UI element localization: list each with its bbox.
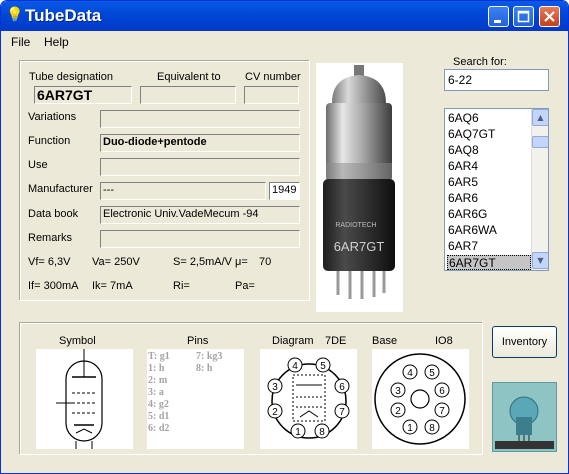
label-equivalent-to: Equivalent to [157, 71, 221, 83]
svg-text:1: 1 [295, 427, 301, 438]
tube-base: 4 5 3 6 2 7 1 8 [372, 349, 469, 449]
param-mu: 70 [259, 256, 272, 268]
photo-model: 6AR7GT [334, 239, 385, 254]
pin-entry: 2: m [148, 375, 168, 386]
close-button[interactable] [539, 6, 560, 27]
minimize-icon [494, 20, 501, 23]
svg-text:8: 8 [429, 423, 435, 434]
year-field[interactable]: 1949 [269, 182, 300, 200]
lightbulb-icon: 💡 [6, 7, 24, 23]
menu-bar: File Help [1, 31, 568, 52]
tube-list-item[interactable]: 6AR7GT [447, 255, 531, 270]
maximize-button[interactable] [513, 6, 534, 27]
label-diagram: Diagram [272, 335, 314, 347]
label-remarks: Remarks [28, 232, 73, 244]
label-diagram-code: 7DE [325, 335, 347, 347]
param-vf: Vf= 6,3V [28, 256, 71, 268]
manufacturer-field[interactable]: --- [100, 182, 266, 200]
label-base: Base [372, 335, 398, 347]
svg-text:5: 5 [429, 368, 435, 379]
app-logo [492, 382, 557, 452]
cv-number-field[interactable] [244, 86, 299, 104]
pin-entry: 1: h [148, 363, 165, 374]
pin-entry: 4: g2 [148, 399, 169, 410]
svg-text:8: 8 [319, 427, 325, 438]
svg-text:2: 2 [272, 407, 278, 418]
tube-photo: RADIOTECH 6AR7GT [316, 63, 403, 312]
param-s: S= 2,5mA/V [173, 256, 233, 268]
scroll-up-icon[interactable]: ▲ [532, 109, 548, 126]
list-scrollbar[interactable]: ▲ ▼ [531, 109, 548, 270]
svg-text:4: 4 [407, 368, 413, 379]
menu-file[interactable]: File [11, 35, 30, 49]
param-ri: Ri= [173, 280, 190, 292]
close-icon [544, 11, 555, 22]
param-mu-label: μ= [235, 256, 248, 268]
scroll-thumb[interactable] [532, 136, 548, 148]
pin-entry: 7: kg3 [196, 351, 223, 362]
svg-text:2: 2 [395, 406, 401, 417]
title-bar[interactable]: 💡 TubeData [1, 1, 568, 31]
label-use: Use [28, 159, 48, 171]
label-manufacturer: Manufacturer [28, 183, 93, 195]
label-symbol: Symbol [59, 335, 96, 347]
svg-text:6: 6 [339, 382, 345, 393]
svg-text:3: 3 [272, 382, 278, 393]
svg-text:4: 4 [292, 361, 298, 372]
equivalent-to-field[interactable] [140, 86, 236, 104]
pin-entry: 6: d2 [148, 423, 170, 434]
svg-text:3: 3 [395, 386, 401, 397]
tube-list-item[interactable]: 6AR6 [447, 191, 531, 206]
label-cv-number: CV number [245, 71, 301, 83]
pin-entry: 3: a [148, 387, 164, 398]
pin-diagram: 4 5 3 6 2 7 1 8 [260, 349, 357, 449]
maximize-icon [517, 10, 530, 23]
pin-entry: T: g1 [148, 351, 170, 362]
pin-entry: 8: h [196, 363, 213, 374]
param-va: Va= 250V [92, 256, 140, 268]
photo-brand: RADIOTECH [335, 222, 376, 229]
window-title: TubeData [25, 6, 102, 25]
label-tube-designation: Tube designation [29, 71, 113, 83]
tube-list-item[interactable]: 6AR6WA [447, 223, 531, 238]
tube-symbol [36, 349, 133, 449]
svg-text:7: 7 [339, 407, 345, 418]
tube-list-item[interactable]: 6AQ6 [447, 111, 531, 126]
svg-text:6: 6 [439, 386, 445, 397]
search-input[interactable]: 6-22 [444, 69, 549, 91]
tube-list-item[interactable]: 6AQ8 [447, 143, 531, 158]
tube-list-item[interactable]: 6AR4 [447, 159, 531, 174]
tube-designation-field[interactable]: 6AR7GT [34, 86, 132, 104]
tube-listbox[interactable]: 6AQ6 6AQ7GT 6AQ8 6AR4 6AR5 6AR6 6AR6G 6AR6WA 6AR… [444, 108, 549, 271]
scroll-down-icon[interactable]: ▼ [532, 252, 548, 269]
param-if: If= 300mA [28, 280, 79, 292]
pins-list: T: g1 1: h 2: m 3: a 4: g2 5: d1 6: d2 7: kg3 8… [147, 349, 244, 449]
tube-list-item[interactable]: 6AR6G [447, 207, 531, 222]
inventory-button[interactable]: Inventory [492, 326, 557, 358]
tube-list-item[interactable]: 6AR5 [447, 175, 531, 190]
label-base-code: IO8 [435, 335, 453, 347]
function-field[interactable]: Duo-diode+pentode [100, 134, 300, 152]
remarks-field[interactable] [100, 230, 300, 248]
menu-help[interactable]: Help [44, 35, 69, 49]
svg-text:7: 7 [439, 406, 445, 417]
svg-text:1: 1 [407, 423, 413, 434]
use-field[interactable] [100, 158, 300, 176]
label-variations: Variations [28, 111, 77, 123]
tube-list-item[interactable]: 6AQ7GT [447, 127, 531, 142]
param-pa: Pa= [235, 280, 255, 292]
app-window: 💡 TubeData File Help Tube designation Eq… [0, 0, 569, 474]
pin-entry: 5: d1 [148, 411, 170, 422]
svg-text:5: 5 [320, 361, 326, 372]
label-search-for: Search for: [453, 56, 507, 68]
data-book-field[interactable]: Electronic Univ.VadeMecum -94 [100, 206, 300, 224]
label-pins: Pins [187, 335, 209, 347]
label-function: Function [28, 135, 71, 147]
variations-field[interactable] [100, 110, 300, 128]
tube-list-item[interactable]: 6AR7 [447, 239, 531, 254]
minimize-button[interactable] [488, 6, 509, 27]
label-data-book: Data book [28, 208, 79, 220]
param-ik: Ik= 7mA [92, 280, 133, 292]
